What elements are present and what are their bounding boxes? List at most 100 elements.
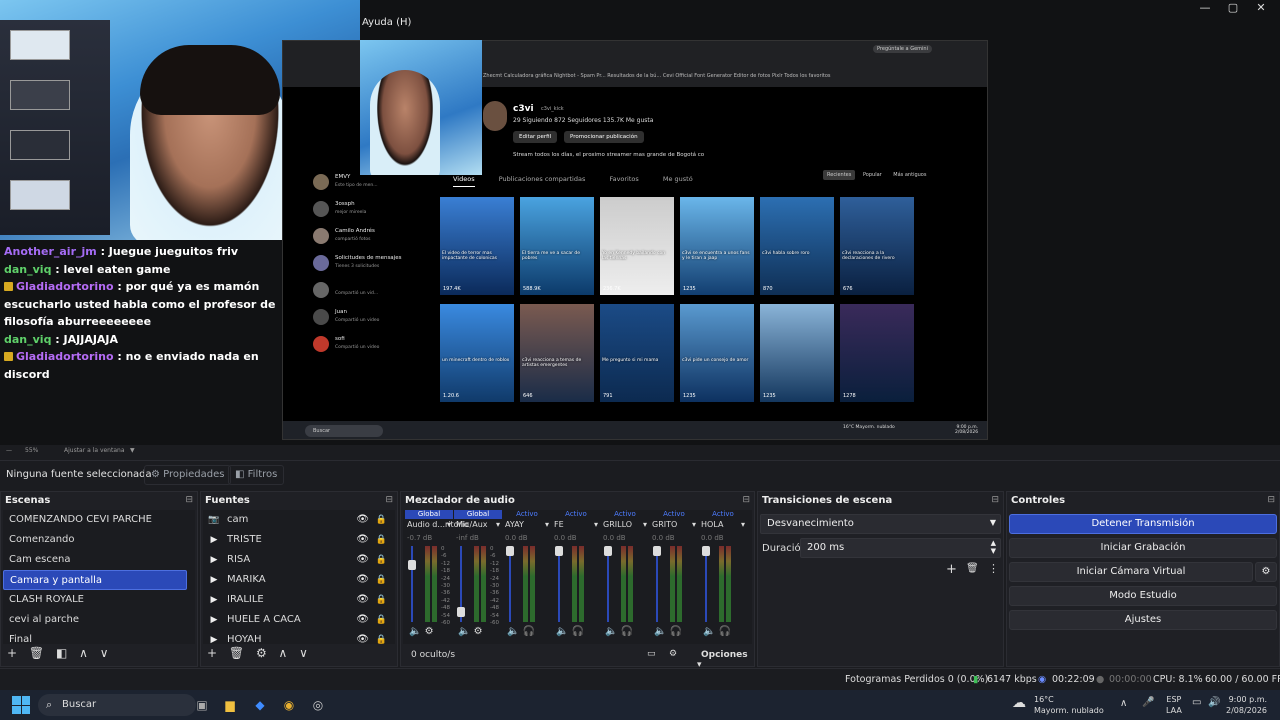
network-icon[interactable]: ▭ [1192, 697, 1201, 708]
fader-knob[interactable] [653, 546, 661, 556]
chevron-down-icon[interactable]: ▾ [692, 520, 696, 529]
volume-icon[interactable]: 🔈 [703, 626, 715, 637]
scene-item[interactable]: Cam escena [3, 550, 195, 570]
volume-fader[interactable] [509, 546, 511, 622]
chevron-down-icon[interactable]: ▾ [496, 520, 500, 529]
add-transition-icon[interactable]: + [946, 562, 957, 577]
volume-fader[interactable] [607, 546, 609, 622]
volume-fader[interactable] [705, 546, 707, 622]
visibility-icon[interactable]: 👁 [356, 510, 369, 530]
fader-knob[interactable] [702, 546, 710, 556]
source-item[interactable]: ▶ HUELE A CACA 👁 🔒 [203, 610, 395, 630]
fader-knob[interactable] [555, 546, 563, 556]
remove-source-icon[interactable]: 🗑 [229, 646, 244, 660]
app-icon[interactable]: ◆ [250, 695, 270, 715]
start-recording-button[interactable]: Iniciar Grabación [1009, 538, 1277, 558]
source-item[interactable]: ▶ TRISTE 👁 🔒 [203, 530, 395, 550]
visibility-icon[interactable]: 👁 [356, 550, 369, 570]
studio-mode-button[interactable]: Modo Estudio [1009, 586, 1277, 606]
close-icon[interactable]: ✕ [1244, 0, 1278, 16]
stop-stream-button[interactable]: Detener Transmisión [1009, 514, 1277, 534]
scene-filters-icon[interactable]: ◧ [56, 646, 67, 660]
headphones-icon[interactable]: 🎧 [666, 626, 682, 637]
dock-popout-icon[interactable]: ⊟ [185, 495, 193, 505]
visibility-icon[interactable]: 👁 [356, 630, 369, 644]
lock-icon[interactable]: 🔒 [376, 510, 387, 530]
lock-icon[interactable]: 🔒 [376, 530, 387, 550]
virtual-cam-settings-icon[interactable]: ⚙ [1255, 562, 1277, 582]
volume-icon[interactable]: 🔈 [556, 626, 568, 637]
weather-widget[interactable]: 16°C Mayorm. nublado [1034, 694, 1104, 716]
scene-item[interactable]: Comenzando [3, 530, 195, 550]
preview-canvas[interactable]: Pregúntale a Gemini Zhecmt Calculadora g… [0, 0, 1280, 445]
fader-knob[interactable] [506, 546, 514, 556]
lock-icon[interactable]: 🔒 [376, 550, 387, 570]
start-virtual-cam-button[interactable]: Iniciar Cámara Virtual [1009, 562, 1253, 582]
chevron-down-icon[interactable]: ▾ [741, 520, 745, 529]
dock-popout-icon[interactable]: ⊟ [1267, 495, 1275, 505]
visibility-icon[interactable]: 👁 [356, 590, 369, 610]
file-explorer-icon[interactable]: ▆ [220, 695, 240, 715]
remove-scene-icon[interactable]: 🗑 [29, 646, 44, 660]
dock-popout-icon[interactable]: ⊟ [991, 495, 999, 505]
chevron-down-icon[interactable]: ▾ [545, 520, 549, 529]
fader-knob[interactable] [457, 607, 465, 618]
stepper-icon[interactable]: ▲ ▼ [991, 539, 996, 555]
chevron-up-icon[interactable]: ∧ [1120, 698, 1127, 709]
headphones-icon[interactable]: 🎧 [715, 626, 731, 637]
volume-icon[interactable]: 🔈 [458, 626, 470, 637]
volume-icon[interactable]: 🔈 [605, 626, 617, 637]
settings-button[interactable]: Ajustes [1009, 610, 1277, 630]
remove-transition-icon[interactable]: 🗑 [966, 563, 979, 574]
menu-help[interactable]: Ayuda (H) [362, 17, 411, 28]
scene-item[interactable]: Camara y pantalla [3, 570, 187, 590]
chevron-down-icon[interactable]: ▾ [643, 520, 647, 529]
microphone-icon[interactable]: 🎤 [1142, 697, 1154, 708]
lock-icon[interactable]: 🔒 [376, 570, 387, 590]
visibility-icon[interactable]: 👁 [356, 570, 369, 590]
volume-icon[interactable]: 🔈 [409, 626, 421, 637]
visibility-icon[interactable]: 👁 [356, 530, 369, 550]
headphones-icon[interactable]: 🎧 [519, 626, 535, 637]
source-item[interactable]: ▶ HOYAH 👁 🔒 [203, 630, 395, 644]
scene-item[interactable]: cevi al parche [3, 610, 195, 630]
mixer-advanced-icon[interactable]: ⚙ [669, 649, 677, 659]
zoom-fit[interactable]: Ajustar a la ventana [64, 447, 125, 454]
lock-icon[interactable]: 🔒 [376, 590, 387, 610]
filters-button[interactable]: ◧ Filtros [228, 465, 285, 485]
dock-popout-icon[interactable]: ⊟ [742, 495, 750, 505]
more-options-icon[interactable]: ⋮ [988, 562, 999, 575]
task-view-icon[interactable]: ▣ [192, 695, 212, 715]
channel-menu-icon[interactable]: ⚙ [470, 626, 483, 637]
transition-select[interactable]: Desvanecimiento ▼ [760, 514, 1001, 534]
move-down-icon[interactable]: ∨ [299, 646, 308, 660]
source-item[interactable]: ▶ MARIKA 👁 🔒 [203, 570, 395, 590]
language-indicator[interactable]: ESP LAA [1166, 694, 1182, 716]
zoom-minus-icon[interactable]: — [6, 447, 12, 454]
move-up-icon[interactable]: ∧ [279, 646, 288, 660]
chrome-icon[interactable]: ◉ [279, 695, 299, 715]
volume-icon[interactable]: 🔈 [507, 626, 519, 637]
headphones-icon[interactable]: 🎧 [617, 626, 633, 637]
mixer-options-button[interactable]: Opciones ▾ [697, 650, 752, 670]
obs-icon[interactable]: ◎ [308, 695, 328, 715]
volume-fader[interactable] [558, 546, 560, 622]
properties-button[interactable]: ⚙ Propiedades [144, 465, 232, 485]
weather-icon[interactable]: ☁ [1012, 695, 1026, 711]
chevron-down-icon[interactable]: ▾ [594, 520, 598, 529]
move-down-icon[interactable]: ∨ [100, 646, 109, 660]
mixer-layout-icon[interactable]: ▭ [647, 649, 656, 659]
scene-item[interactable]: COMENZANDO CEVI PARCHE [3, 510, 195, 530]
fader-knob[interactable] [604, 546, 612, 556]
visibility-icon[interactable]: 👁 [356, 610, 369, 630]
chevron-down-icon[interactable]: ▼ [130, 447, 135, 454]
source-item[interactable]: ▶ IRALILE 👁 🔒 [203, 590, 395, 610]
chevron-down-icon[interactable]: ▾ [447, 520, 451, 529]
scene-item[interactable]: CLASH ROYALE [3, 590, 195, 610]
source-settings-icon[interactable]: ⚙ [256, 646, 267, 660]
taskbar-search[interactable]: Buscar [38, 694, 196, 716]
move-up-icon[interactable]: ∧ [79, 646, 88, 660]
headphones-icon[interactable]: 🎧 [568, 626, 584, 637]
lock-icon[interactable]: 🔒 [376, 610, 387, 630]
source-item[interactable]: ▶ RISA 👁 🔒 [203, 550, 395, 570]
